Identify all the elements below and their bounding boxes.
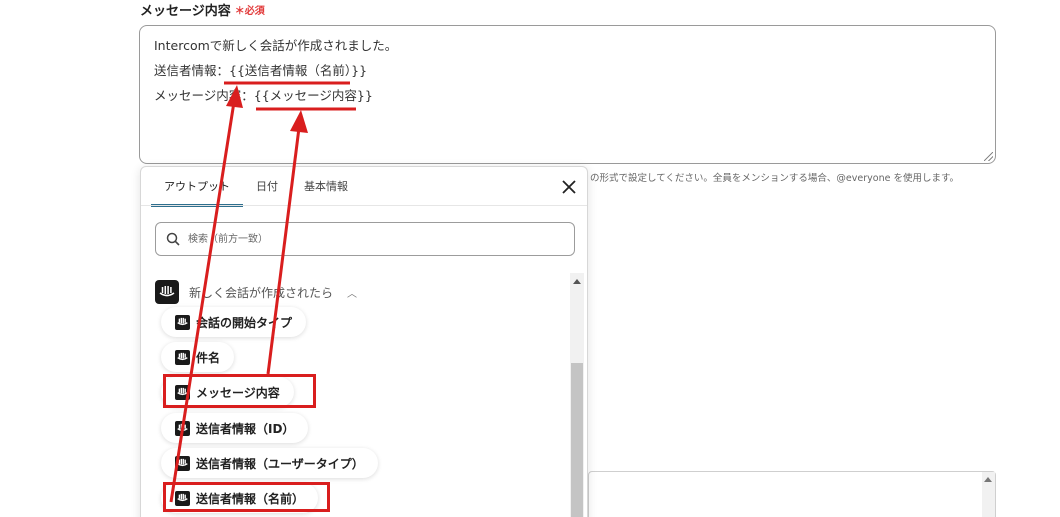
scrollbar-thumb[interactable] — [571, 363, 583, 517]
tab-basic-info[interactable]: 基本情報 — [291, 178, 361, 207]
output-item-conversation-start-type[interactable]: 会話の開始タイプ — [161, 307, 307, 337]
popup-tabs: アウトプット 日付 基本情報 — [151, 167, 361, 207]
sender-name-variable[interactable]: {{送信者情報（名前）}} — [229, 63, 367, 78]
output-item-label: 送信者情報（ID） — [196, 421, 295, 436]
output-item-sender-name[interactable]: 送信者情報（名前） — [161, 483, 319, 513]
chevron-up-icon[interactable]: ︿ — [347, 285, 357, 300]
popup-scrollbar[interactable] — [570, 273, 584, 517]
resize-handle[interactable] — [984, 152, 993, 161]
intercom-logo-icon — [175, 420, 190, 436]
field-label: メッセージ内容 ＊必須 — [140, 0, 265, 19]
next-field-box[interactable] — [588, 471, 996, 517]
message-line-1: Intercomで新しく会話が作成されました。 — [154, 38, 398, 53]
message-textarea[interactable]: Intercomで新しく会話が作成されました。 送信者情報：{{送信者情報（名前… — [139, 25, 996, 164]
message-line-2: 送信者情報：{{送信者情報（名前）}} — [154, 63, 981, 88]
message-content-variable[interactable]: {{メッセージ内容}} — [254, 88, 373, 103]
scroll-up-arrow-icon[interactable] — [573, 279, 581, 284]
output-item-label: 送信者情報（ユーザータイプ） — [196, 456, 364, 471]
close-icon[interactable] — [561, 179, 577, 195]
output-item-sender-id[interactable]: 送信者情報（ID） — [161, 413, 309, 443]
output-item-label: 件名 — [196, 350, 221, 365]
tab-output[interactable]: アウトプット — [151, 178, 243, 207]
intercom-logo-icon — [155, 280, 179, 304]
search-icon — [166, 232, 180, 246]
intercom-logo-icon — [175, 455, 190, 471]
intercom-logo-icon — [175, 384, 190, 400]
scroll-up-arrow-icon[interactable] — [984, 477, 992, 482]
section-header[interactable]: 新しく会話が作成されたら ︿ — [155, 280, 357, 304]
page: メッセージ内容 ＊必須 Intercomで新しく会話が作成されました。 送信者情… — [0, 0, 1060, 517]
output-item-subject[interactable]: 件名 — [161, 342, 235, 372]
section-title: 新しく会話が作成されたら — [189, 285, 334, 300]
intercom-logo-icon — [175, 314, 190, 330]
search-field[interactable] — [155, 222, 575, 256]
intercom-logo-icon — [175, 490, 190, 506]
field-hint: の形式で設定してください。全員をメンションする場合、@everyone を使用し… — [590, 173, 960, 184]
output-item-label: 送信者情報（名前） — [196, 491, 305, 506]
required-mark: ＊必須 — [234, 6, 265, 17]
output-item-message-content[interactable]: メッセージ内容 — [161, 377, 294, 407]
message-content-label: メッセージ内容： — [154, 88, 254, 103]
intercom-logo-icon — [175, 349, 190, 365]
tab-date[interactable]: 日付 — [243, 178, 291, 207]
field-label-text: メッセージ内容 — [140, 4, 231, 19]
output-item-label: メッセージ内容 — [196, 385, 280, 400]
output-item-label: 会話の開始タイプ — [196, 315, 293, 330]
tabs-divider — [141, 205, 587, 206]
search-input[interactable] — [186, 232, 550, 246]
message-line-3: メッセージ内容：{{メッセージ内容}} — [154, 88, 981, 113]
output-picker-popup: アウトプット 日付 基本情報 新しく会話が作成されたら ︿ — [140, 166, 588, 517]
output-item-sender-user-type[interactable]: 送信者情報（ユーザータイプ） — [161, 448, 378, 478]
sender-info-label: 送信者情報： — [154, 63, 230, 78]
